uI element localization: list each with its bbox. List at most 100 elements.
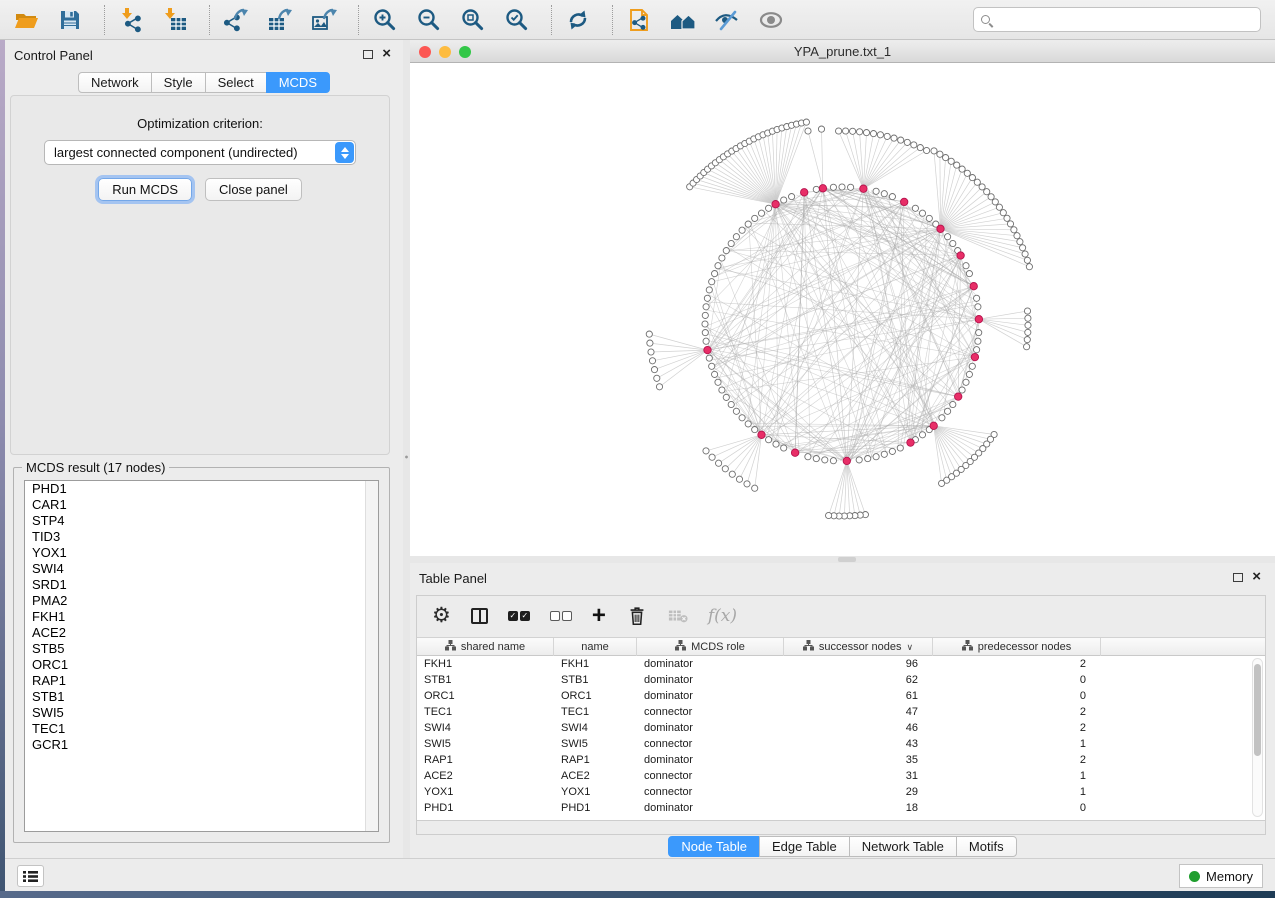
node[interactable]	[702, 330, 708, 336]
welcome-screen-icon[interactable]	[669, 6, 697, 34]
node[interactable]	[709, 454, 715, 460]
cell-MCDS-role[interactable]: dominator	[637, 752, 784, 768]
node[interactable]	[988, 194, 994, 200]
export-table-icon[interactable]	[266, 6, 294, 34]
mcds-result-item[interactable]: TEC1	[25, 721, 378, 737]
dominator-node[interactable]	[957, 252, 964, 259]
node[interactable]	[975, 338, 981, 344]
node[interactable]	[745, 421, 751, 427]
mcds-result-item[interactable]: STB1	[25, 689, 378, 705]
cell-shared-name[interactable]: FKH1	[417, 656, 554, 672]
delete-column-icon[interactable]	[626, 604, 648, 628]
node[interactable]	[773, 441, 779, 447]
node[interactable]	[709, 363, 715, 369]
horizontal-splitter[interactable]	[410, 556, 1275, 563]
node[interactable]	[646, 331, 652, 337]
node[interactable]	[781, 445, 787, 451]
node[interactable]	[781, 197, 787, 203]
deselect-all-icon[interactable]	[550, 604, 572, 628]
cell-MCDS-role[interactable]: connector	[637, 784, 784, 800]
cell-name[interactable]: RAP1	[554, 752, 637, 768]
node[interactable]	[870, 131, 876, 137]
node[interactable]	[703, 448, 709, 454]
node[interactable]	[863, 130, 869, 136]
node[interactable]	[919, 210, 925, 216]
column-header-predecessor-nodes[interactable]: predecessor nodes	[933, 638, 1101, 656]
dominator-node[interactable]	[955, 393, 962, 400]
node[interactable]	[723, 394, 729, 400]
node[interactable]	[966, 271, 972, 277]
node[interactable]	[766, 437, 772, 443]
save-session-icon[interactable]	[56, 6, 84, 34]
node[interactable]	[1024, 257, 1030, 263]
node[interactable]	[706, 287, 712, 293]
mcds-result-item[interactable]: ORC1	[25, 657, 378, 673]
tab-network[interactable]: Network	[78, 72, 152, 93]
node[interactable]	[924, 147, 930, 153]
search-box[interactable]	[973, 7, 1261, 32]
cell-name[interactable]: ORC1	[554, 688, 637, 704]
node[interactable]	[881, 191, 887, 197]
cell-predecessor-nodes[interactable]: 1	[933, 736, 1101, 752]
table-row[interactable]: ACE2ACE2connector311	[417, 768, 1265, 784]
cell-name[interactable]: SWI4	[554, 720, 637, 736]
node[interactable]	[766, 205, 772, 211]
node[interactable]	[703, 304, 709, 310]
table-row[interactable]: PHD1PHD1dominator180	[417, 800, 1265, 816]
node[interactable]	[719, 387, 725, 393]
column-visibility-icon[interactable]	[471, 604, 488, 628]
node[interactable]	[649, 358, 655, 364]
dominator-node[interactable]	[907, 439, 914, 446]
node[interactable]	[891, 135, 897, 141]
close-panel-icon[interactable]: ×	[382, 45, 391, 63]
node[interactable]	[702, 321, 708, 327]
cell-name[interactable]: FKH1	[554, 656, 637, 672]
mcds-result-item[interactable]: GCR1	[25, 737, 378, 753]
node[interactable]	[733, 234, 739, 240]
cell-predecessor-nodes[interactable]: 2	[933, 752, 1101, 768]
mcds-result-item[interactable]: PHD1	[25, 481, 378, 497]
node[interactable]	[789, 194, 795, 200]
node[interactable]	[1014, 233, 1020, 239]
network-from-file-icon[interactable]	[625, 6, 653, 34]
cell-predecessor-nodes[interactable]: 0	[933, 800, 1101, 816]
zoom-in-icon[interactable]	[371, 6, 399, 34]
table-tab-network-table[interactable]: Network Table	[849, 836, 957, 857]
node[interactable]	[1024, 308, 1030, 314]
node[interactable]	[715, 379, 721, 385]
cell-MCDS-role[interactable]: dominator	[637, 800, 784, 816]
cell-name[interactable]: STB1	[554, 672, 637, 688]
node[interactable]	[813, 186, 819, 192]
node[interactable]	[979, 184, 985, 190]
node[interactable]	[917, 145, 923, 151]
node[interactable]	[745, 221, 751, 227]
node[interactable]	[715, 263, 721, 269]
float-table-panel-icon[interactable]	[1233, 573, 1243, 582]
node[interactable]	[647, 340, 653, 346]
node[interactable]	[996, 204, 1002, 210]
dominator-node[interactable]	[758, 431, 765, 438]
zoom-out-icon[interactable]	[415, 6, 443, 34]
node[interactable]	[752, 427, 758, 433]
dominator-node[interactable]	[930, 422, 937, 429]
cell-predecessor-nodes[interactable]: 1	[933, 768, 1101, 784]
search-input[interactable]	[990, 10, 1260, 30]
cell-successor-nodes[interactable]: 96	[784, 656, 933, 672]
table-row[interactable]: FKH1FKH1dominator962	[417, 656, 1265, 672]
network-canvas[interactable]	[410, 63, 1275, 555]
node[interactable]	[954, 162, 960, 168]
cell-MCDS-role[interactable]: connector	[637, 768, 784, 784]
node[interactable]	[704, 295, 710, 301]
node[interactable]	[836, 128, 842, 134]
node[interactable]	[937, 151, 943, 157]
dominator-node[interactable]	[901, 198, 908, 205]
toggle-graphics-details-icon[interactable]	[713, 6, 741, 34]
node[interactable]	[709, 279, 715, 285]
close-panel-button[interactable]: Close panel	[205, 178, 302, 201]
column-header-MCDS-role[interactable]: MCDS role	[637, 638, 784, 656]
node[interactable]	[1025, 315, 1031, 321]
cell-name[interactable]: PHD1	[554, 800, 637, 816]
node[interactable]	[974, 295, 980, 301]
node[interactable]	[848, 184, 854, 190]
column-header-name[interactable]: name	[554, 638, 637, 656]
